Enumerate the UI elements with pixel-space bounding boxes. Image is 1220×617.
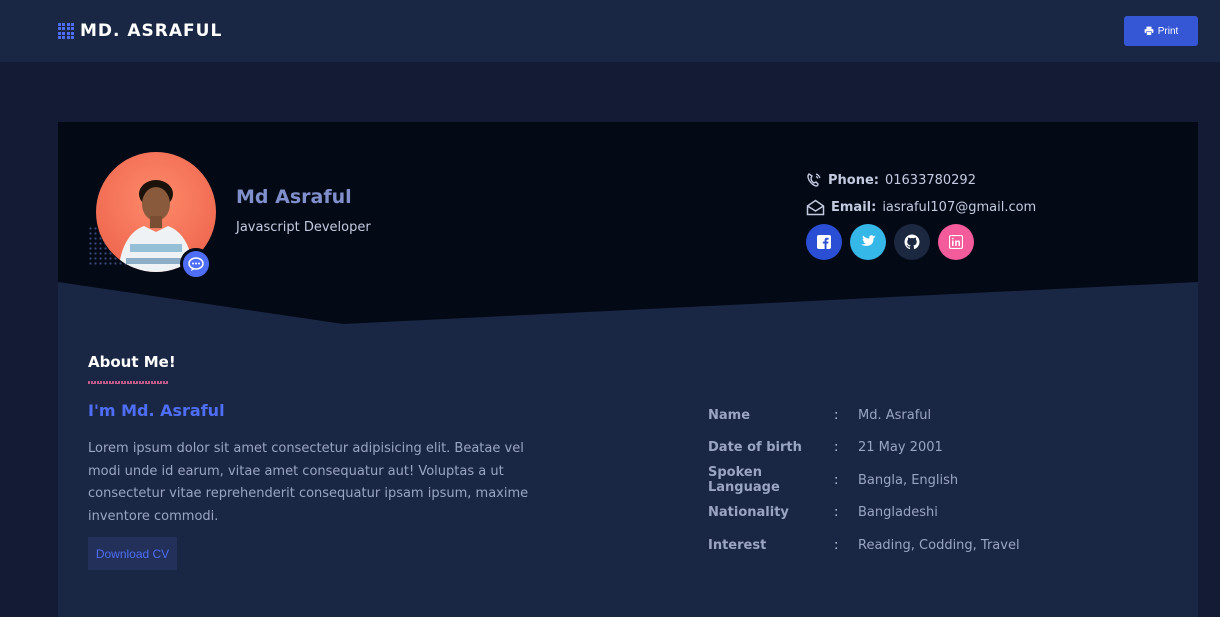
info-row: Nationality : Bangladeshi	[708, 497, 1020, 530]
info-label: Date of birth	[708, 440, 802, 456]
chat-icon	[188, 257, 204, 271]
info-value: Reading, Codding, Travel	[858, 537, 1020, 553]
phone-value[interactable]: 01633780292	[885, 173, 976, 188]
print-label: Print	[1157, 25, 1179, 37]
info-label: Interest	[708, 537, 767, 553]
intro-text: Lorem ipsum dolor sit amet consectetur a…	[88, 441, 529, 524]
info-colon: :	[834, 505, 839, 521]
info-row: Name : Md. Asraful	[708, 399, 1020, 432]
download-cv-button[interactable]: Download CV	[88, 537, 177, 570]
linkedin-link[interactable]	[938, 224, 974, 260]
info-value: Bangladeshi	[858, 505, 938, 521]
social-links	[806, 224, 1036, 260]
info-label: Name	[708, 407, 751, 423]
info-value: Md. Asraful	[858, 407, 932, 423]
facebook-link[interactable]	[806, 224, 842, 260]
printer-icon	[1144, 26, 1154, 36]
envelope-open-icon	[806, 199, 825, 215]
twitter-link[interactable]	[850, 224, 886, 260]
email-row: Email: iasraful107@gmail.com	[806, 197, 1036, 217]
avatar-container	[88, 152, 216, 280]
profile-name: Md Asraful	[236, 186, 352, 208]
email-value[interactable]: iasraful107@gmail.com	[882, 200, 1036, 215]
about-heading: About Me!	[88, 353, 176, 371]
phone-icon	[807, 173, 821, 187]
linkedin-icon	[949, 235, 963, 249]
intro-title: I'm Md. Asraful	[88, 401, 225, 420]
github-icon	[904, 234, 920, 250]
about-underline	[88, 381, 168, 384]
contact-info: Phone: 01633780292 Email: iasraful107@gm…	[806, 170, 1036, 260]
twitter-icon	[861, 235, 876, 246]
github-link[interactable]	[894, 224, 930, 260]
email-label: Email:	[831, 199, 877, 215]
chat-button[interactable]	[180, 248, 212, 280]
brand-name: MD. ASRAFUL	[80, 21, 223, 41]
facebook-icon	[817, 235, 831, 249]
phone-row: Phone: 01633780292	[806, 170, 1036, 190]
resume-card: Md Asraful Javascript Developer Phone: 0…	[58, 122, 1198, 617]
personal-info-table: Name : Md. Asraful Date of birth : 21 Ma…	[708, 399, 1020, 562]
info-label: Nationality	[708, 505, 789, 521]
brand[interactable]: MD. ASRAFUL	[58, 21, 222, 41]
info-colon: :	[834, 472, 839, 488]
info-colon: :	[834, 537, 839, 553]
profile-role: Javascript Developer	[236, 220, 371, 235]
print-button[interactable]: Print	[1124, 16, 1198, 46]
top-navbar: MD. ASRAFUL Print	[0, 0, 1220, 62]
info-colon: :	[834, 440, 839, 456]
info-row: Spoken Language : Bangla, English	[708, 464, 1020, 497]
info-value: Bangla, English	[858, 472, 959, 488]
phone-label: Phone:	[828, 172, 879, 188]
grid-logo-icon	[58, 23, 74, 39]
info-value: 21 May 2001	[858, 440, 943, 456]
info-row: Interest : Reading, Codding, Travel	[708, 529, 1020, 562]
info-colon: :	[834, 407, 839, 423]
info-label: Spoken Language	[708, 465, 780, 496]
info-row: Date of birth : 21 May 2001	[708, 432, 1020, 465]
